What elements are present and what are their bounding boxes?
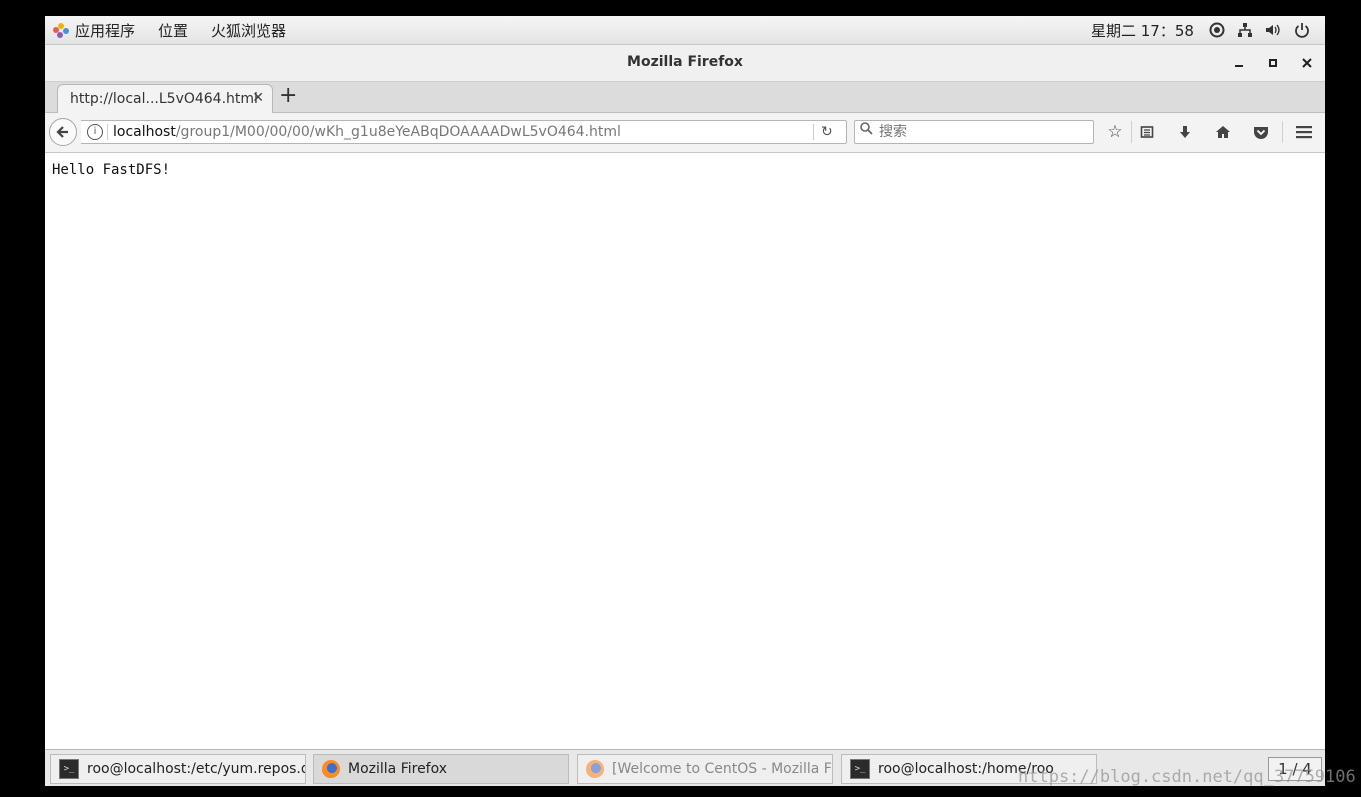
back-button[interactable] (49, 118, 77, 146)
hamburger-menu-icon[interactable] (1293, 121, 1315, 143)
taskbar-item-label: [Welcome to CentOS - Mozilla Fire… (612, 761, 832, 777)
taskbar-item-firefox-welcome[interactable]: [Welcome to CentOS - Mozilla Fire… (577, 754, 833, 784)
tab-active[interactable]: http://local...L5vO464.html ✕ (57, 84, 273, 113)
network-icon[interactable] (1236, 21, 1254, 39)
desktop-screen: 应用程序 位置 火狐浏览器 星期二 17：58 Mozilla Firefox (45, 16, 1325, 786)
applications-menu[interactable]: 应用程序 (53, 20, 135, 41)
taskbar-item-terminal-yum[interactable]: >_ roo@localhost:/etc/yum.repos.d (50, 754, 306, 784)
navigation-toolbar: i localhost/group1/M00/00/00/wKh_g1u8eYe… (45, 113, 1325, 153)
url-divider (107, 124, 108, 140)
clock[interactable]: 星期二 17：58 (1091, 20, 1194, 41)
page-body-text: Hello FastDFS! (52, 162, 171, 178)
tab-close-icon[interactable]: ✕ (252, 90, 264, 106)
download-icon[interactable] (1174, 121, 1196, 143)
url-path: /group1/M00/00/00/wKh_g1u8eYeABqDOAAAADw… (175, 124, 621, 140)
watermark-text: https://blog.csdn.net/qq_37759106 (1018, 767, 1356, 787)
taskbar-item-label: Mozilla Firefox (348, 761, 448, 777)
places-menu[interactable]: 位置 (158, 20, 188, 41)
power-icon[interactable] (1293, 21, 1311, 39)
toolbar-separator (1131, 121, 1132, 143)
tab-strip: http://local...L5vO464.html ✕ + (45, 82, 1325, 113)
search-input[interactable] (877, 122, 1091, 142)
gnome-top-bar: 应用程序 位置 火狐浏览器 星期二 17：58 (45, 16, 1325, 45)
accessibility-icon[interactable] (1208, 21, 1226, 39)
firefox-app-menu[interactable]: 火狐浏览器 (211, 20, 286, 41)
window-title: Mozilla Firefox (627, 54, 743, 70)
search-icon (860, 121, 873, 143)
back-arrow-icon (56, 126, 68, 138)
home-icon[interactable] (1212, 121, 1234, 143)
new-tab-button[interactable]: + (279, 83, 297, 108)
firefox-icon (322, 760, 340, 778)
volume-icon[interactable] (1264, 21, 1282, 39)
url-divider-right (813, 124, 814, 140)
terminal-icon: >_ (850, 759, 870, 779)
applications-menu-label: 应用程序 (75, 22, 136, 40)
bookmark-star-icon[interactable]: ☆ (1104, 121, 1126, 143)
maximize-button[interactable] (1263, 53, 1283, 73)
url-bar[interactable]: i localhost/group1/M00/00/00/wKh_g1u8eYe… (81, 120, 847, 144)
tab-title: http://local...L5vO464.html (70, 91, 258, 107)
close-window-button[interactable] (1297, 53, 1317, 73)
reload-icon[interactable]: ↻ (821, 121, 833, 143)
pocket-icon[interactable] (1250, 121, 1272, 143)
site-info-icon[interactable]: i (87, 124, 103, 140)
url-host: localhost (113, 124, 176, 140)
firefox-icon (586, 760, 604, 778)
search-bar[interactable] (854, 120, 1094, 144)
url-text[interactable]: localhost/group1/M00/00/00/wKh_g1u8eYeAB… (113, 121, 621, 143)
taskbar-item-label: roo@localhost:/etc/yum.repos.d (87, 761, 305, 777)
taskbar-item-firefox[interactable]: Mozilla Firefox (313, 754, 569, 784)
gnome-foot-icon (53, 22, 69, 39)
window-title-bar[interactable]: Mozilla Firefox (45, 45, 1325, 82)
minimize-button[interactable] (1229, 53, 1249, 73)
page-content: Hello FastDFS! (45, 153, 1325, 748)
reading-list-icon[interactable] (1136, 121, 1158, 143)
toolbar-separator (1282, 121, 1283, 143)
terminal-icon: >_ (59, 759, 79, 779)
